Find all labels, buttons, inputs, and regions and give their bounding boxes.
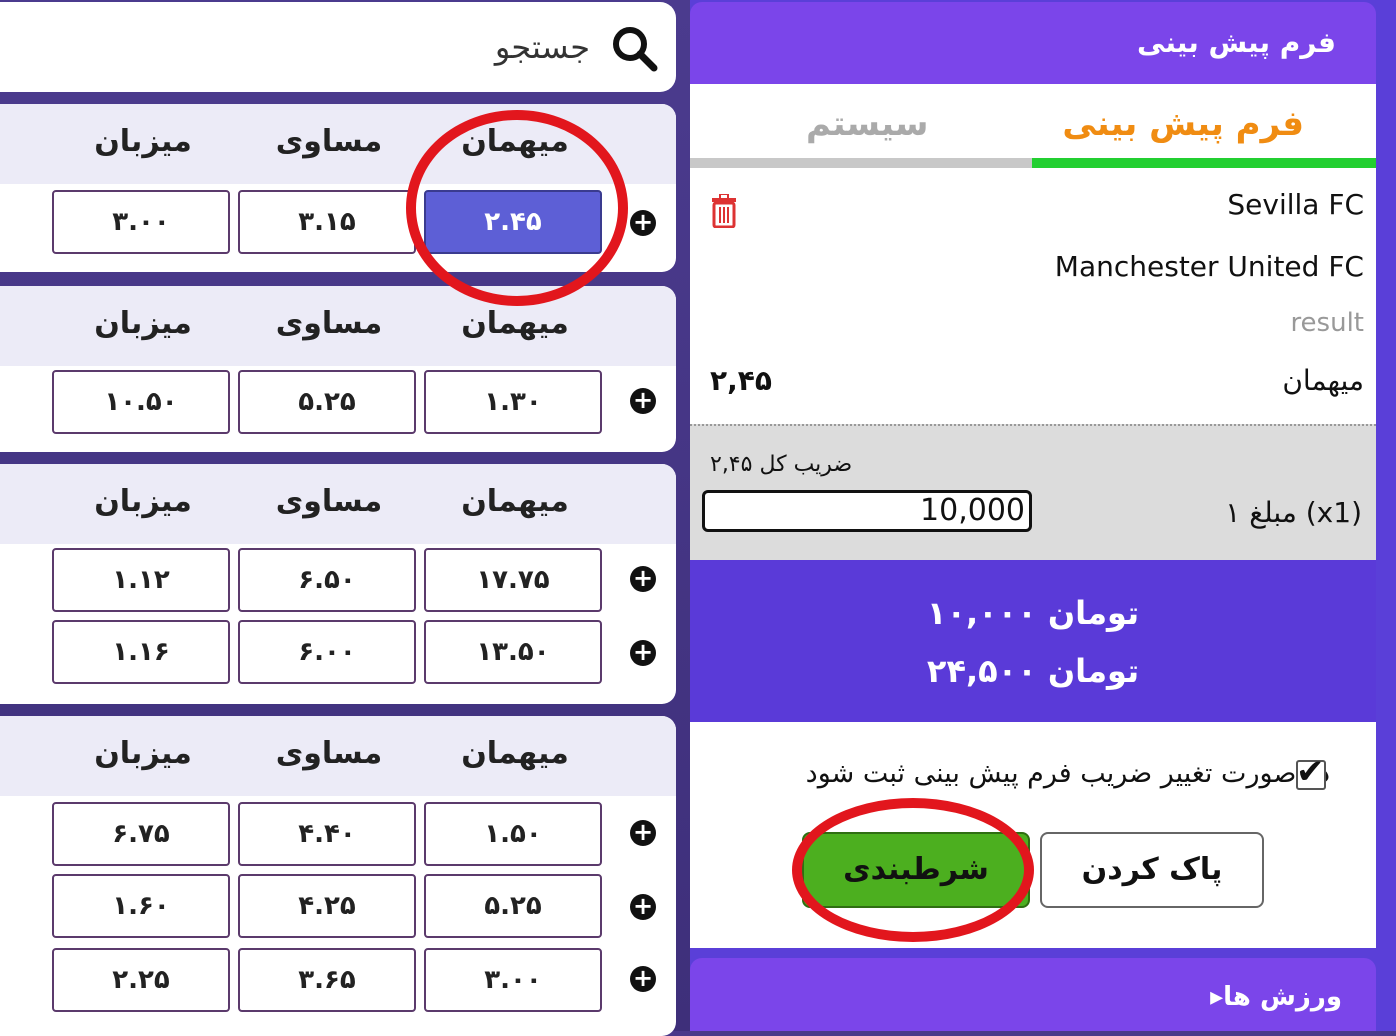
odd-button-draw[interactable]: ۳.۱۵ [238, 190, 416, 254]
tab-system[interactable]: سیستم [806, 104, 928, 144]
total-odds: ضریب کل ۲,۴۵ [710, 452, 853, 477]
bet-slip-panel: فرم پیش بینی سیستم Sevilla FC Manchester… [690, 84, 1376, 948]
plus-icon[interactable]: + [630, 894, 656, 920]
odd-button-draw[interactable]: ۵.۲۵ [238, 370, 416, 434]
plus-icon[interactable]: + [630, 566, 656, 592]
header-away: میهمان [461, 484, 569, 519]
selected-outcome: میهمان [1282, 364, 1364, 397]
odd-button-draw[interactable]: ۶.۵۰ [238, 548, 416, 612]
potential-win: ۲۴,۵۰۰ تومان [926, 652, 1140, 690]
odd-button-away[interactable]: ۱.۵۰ [424, 802, 602, 866]
header-draw: مساوی [275, 484, 383, 519]
odd-button-home[interactable]: ۱.۶۰ [52, 874, 230, 938]
plus-icon[interactable]: + [630, 210, 656, 236]
search-icon[interactable] [610, 24, 658, 72]
odds-header-row: میهمان مساوی میزبان [0, 716, 676, 796]
stake-section: ضریب کل ۲,۴۵ 10,000 ۱ مبلغ (x1) [690, 424, 1376, 562]
odd-button-away[interactable]: ۳.۰۰ [424, 948, 602, 1012]
stake-input[interactable]: 10,000 [702, 490, 1032, 532]
odd-button-home[interactable]: ۲.۲۵ [52, 948, 230, 1012]
odd-button-draw[interactable]: ۳.۶۵ [238, 948, 416, 1012]
trash-icon[interactable] [708, 194, 740, 228]
odd-button-home[interactable]: ۳.۰۰ [52, 190, 230, 254]
check-icon: ✔ [1296, 752, 1325, 792]
odd-button-home[interactable]: ۱.۱۶ [52, 620, 230, 684]
tab-underline-inactive [690, 158, 1032, 168]
match-card-3: میهمان مساوی میزبان ۱۷.۷۵ ۶.۵۰ ۱.۱۲ + ۱۳… [0, 464, 676, 704]
place-bet-button[interactable]: شرطبندی [802, 832, 1030, 908]
tab-bet-form[interactable]: فرم پیش بینی [1062, 104, 1304, 144]
bet-slip-header: فرم پیش بینی [690, 2, 1376, 84]
plus-icon[interactable]: + [630, 640, 656, 666]
header-home: میزبان [94, 306, 192, 341]
selected-odd: ۲,۴۵ [710, 364, 772, 397]
market-label: result [1290, 308, 1364, 338]
odd-button-draw[interactable]: ۴.۴۰ [238, 802, 416, 866]
plus-icon[interactable]: + [630, 966, 656, 992]
caret-right-icon: ▸ [1210, 982, 1224, 1012]
odd-button-home[interactable]: ۱.۱۲ [52, 548, 230, 612]
odd-button-away[interactable]: ۱۷.۷۵ [424, 548, 602, 612]
header-home: میزبان [94, 484, 192, 519]
plus-icon[interactable]: + [630, 820, 656, 846]
home-team-name: Sevilla FC [1227, 188, 1364, 221]
sports-label-text: ورزش ها [1223, 982, 1342, 1012]
plus-icon[interactable]: + [630, 388, 656, 414]
header-draw: مساوی [275, 306, 383, 341]
away-team-name: Manchester United FC [1054, 250, 1364, 283]
header-away: میهمان [461, 306, 569, 341]
match-card-1: میهمان مساوی میزبان ۲.۴۵ ۳.۱۵ ۳.۰۰ + [0, 104, 676, 272]
odd-button-away[interactable]: ۱.۳۰ [424, 370, 602, 434]
clear-button[interactable]: پاک کردن [1040, 832, 1264, 908]
bet-slip-title: فرم پیش بینی [1137, 26, 1336, 59]
tab-underline-active [1032, 158, 1376, 168]
header-home: میزبان [94, 124, 192, 159]
total-stake: ۱۰,۰۰۰ تومان [926, 594, 1140, 632]
header-draw: مساوی [275, 124, 383, 159]
match-card-4: میهمان مساوی میزبان ۱.۵۰ ۴.۴۰ ۶.۷۵ + ۵.۲… [0, 716, 676, 1036]
odd-button-home[interactable]: ۶.۷۵ [52, 802, 230, 866]
odd-button-away[interactable]: ۵.۲۵ [424, 874, 602, 938]
search-bar[interactable]: جستجو [0, 2, 676, 92]
header-away: میهمان [461, 124, 569, 159]
odd-button-away[interactable]: ۱۳.۵۰ [424, 620, 602, 684]
header-away: میهمان [461, 736, 569, 771]
odd-button-home[interactable]: ۱۰.۵۰ [52, 370, 230, 434]
sports-menu-label: ▸ورزش ها [1210, 982, 1342, 1012]
odds-header-row: میهمان مساوی میزبان [0, 464, 676, 544]
match-card-2: میهمان مساوی میزبان ۱.۳۰ ۵.۲۵ ۱۰.۵۰ + [0, 286, 676, 452]
odds-header-row: میهمان مساوی میزبان [0, 104, 676, 184]
odd-button-draw[interactable]: ۴.۲۵ [238, 874, 416, 938]
header-draw: مساوی [275, 736, 383, 771]
odds-header-row: میهمان مساوی میزبان [0, 286, 676, 366]
accept-changes-label: در صورت تغییر ضریب فرم پیش بینی ثبت شود [805, 758, 1330, 789]
sports-menu-bar[interactable]: ▸ورزش ها [690, 958, 1376, 1031]
odd-button-away[interactable]: ۲.۴۵ [424, 190, 602, 254]
header-home: میزبان [94, 736, 192, 771]
totals-box: ۱۰,۰۰۰ تومان ۲۴,۵۰۰ تومان [690, 560, 1376, 722]
search-label: جستجو [494, 28, 590, 66]
stake-label: ۱ مبلغ (x1) [1225, 496, 1362, 529]
odd-button-draw[interactable]: ۶.۰۰ [238, 620, 416, 684]
